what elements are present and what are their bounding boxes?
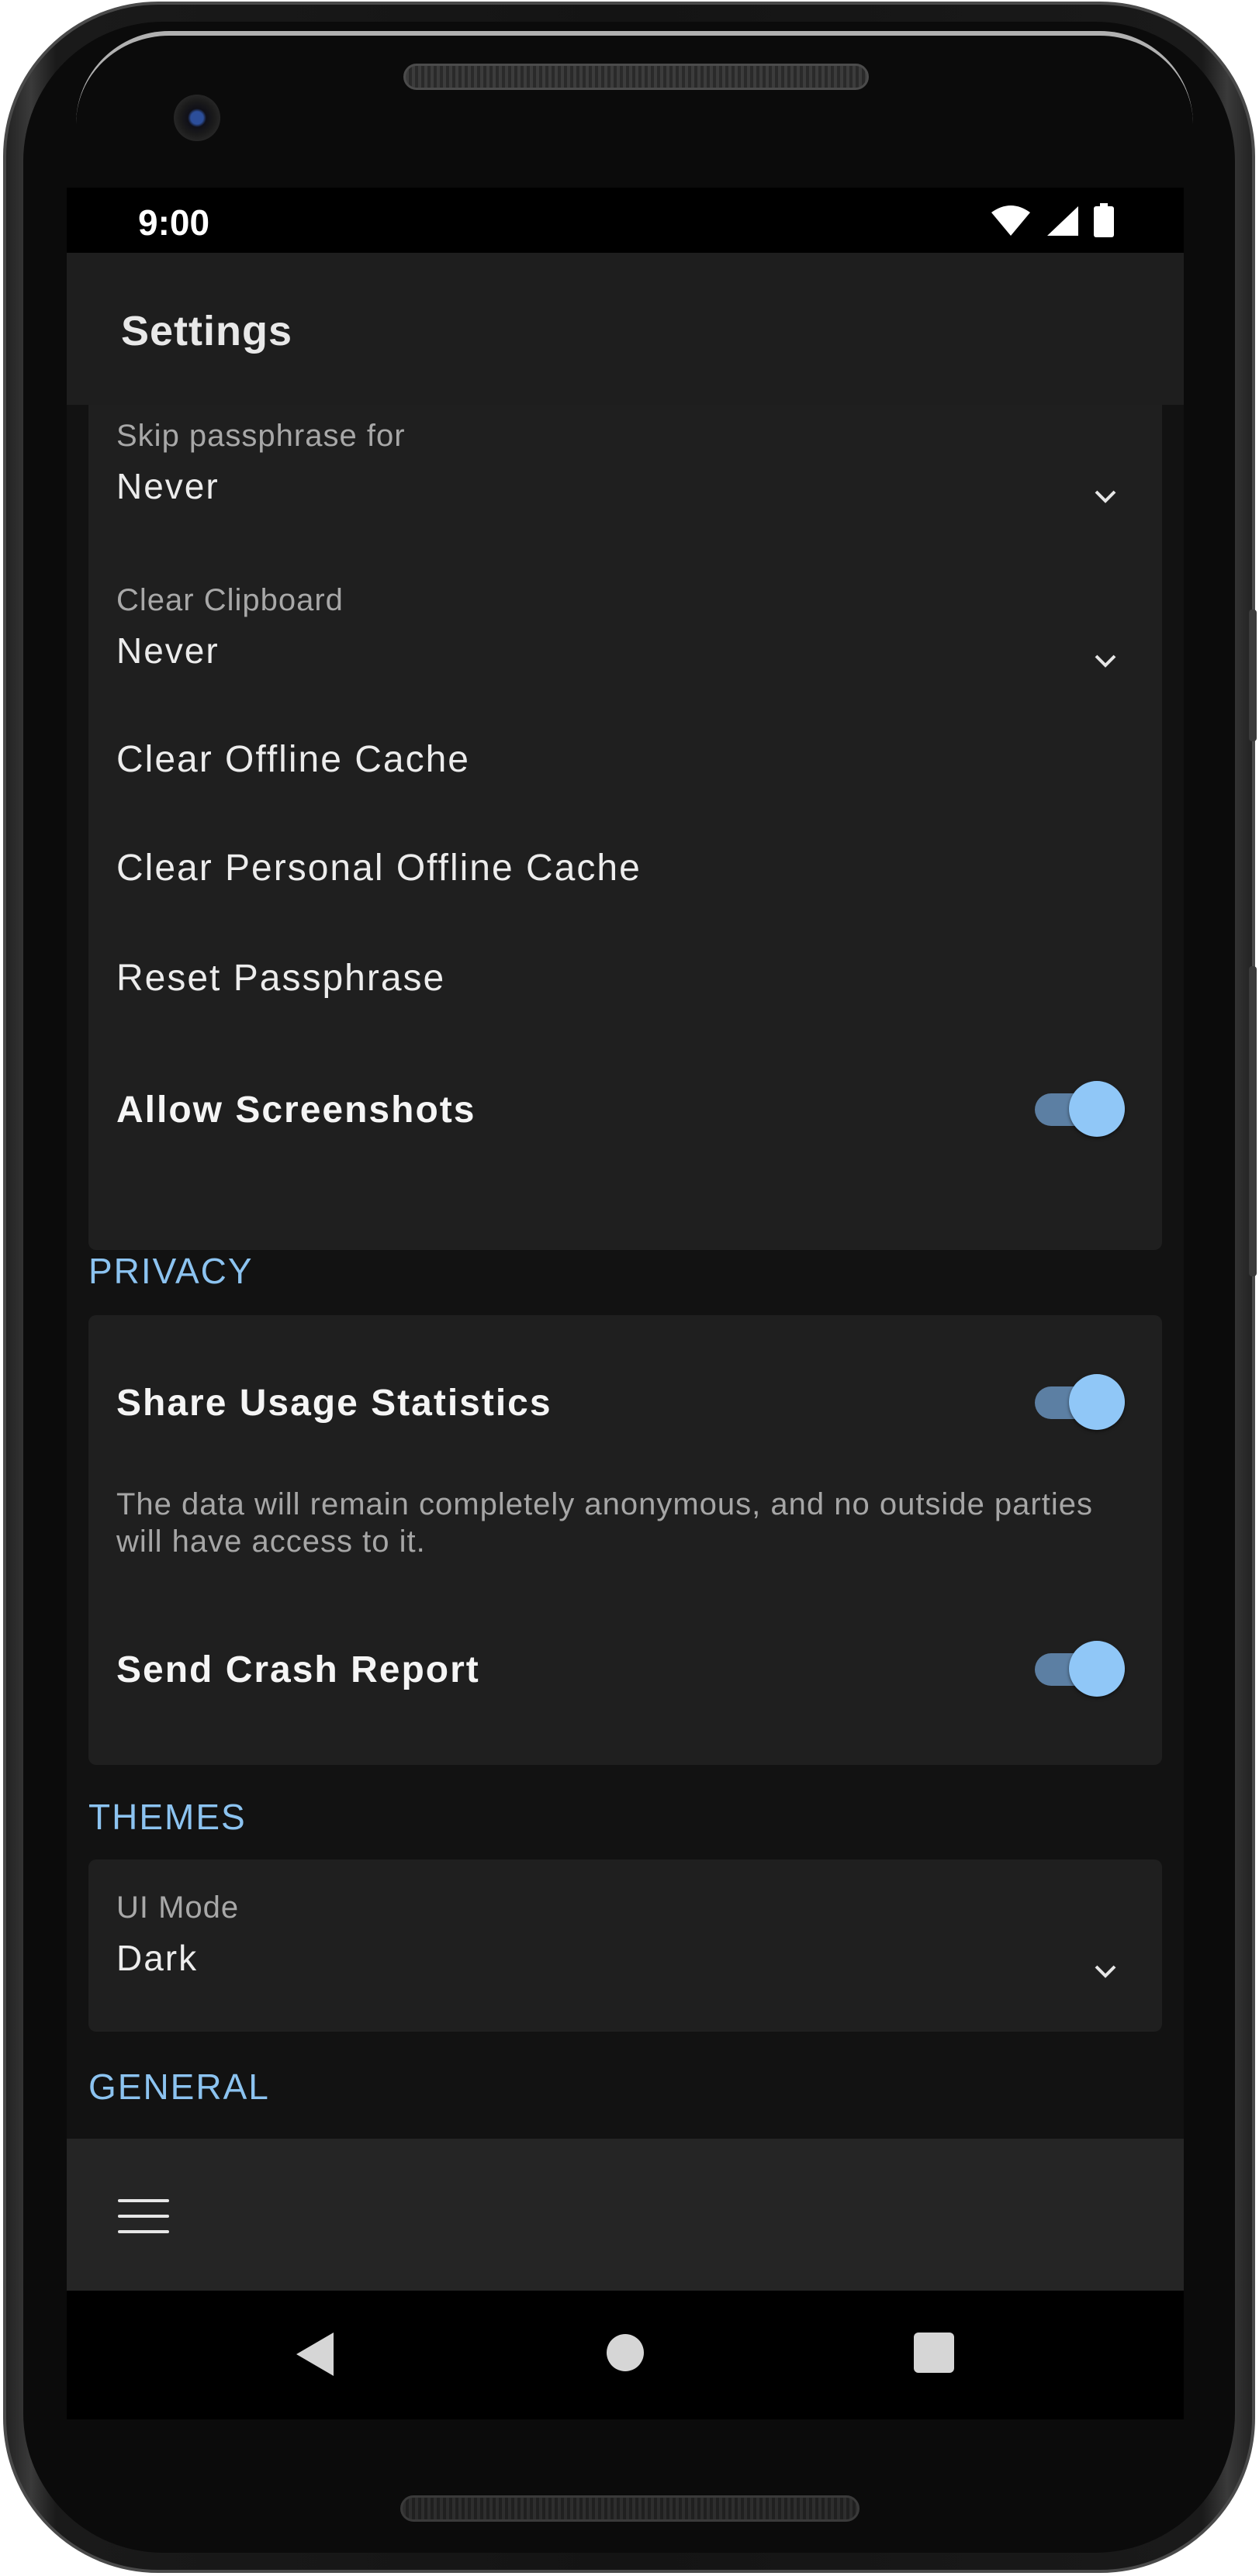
- status-bar: 9:00: [67, 188, 1184, 253]
- device-screen: 9:00 Settings Skip passphrase for Never: [67, 188, 1184, 2419]
- allow-screenshots-toggle[interactable]: [1035, 1081, 1125, 1137]
- chevron-down-icon: [1095, 654, 1116, 668]
- themes-card: UI Mode Dark: [88, 1859, 1162, 2032]
- chevron-down-icon: [1095, 1965, 1116, 1978]
- system-nav-bar: [67, 2291, 1184, 2419]
- allow-screenshots-label: Allow Screenshots: [116, 1089, 476, 1131]
- status-icons: [990, 203, 1114, 241]
- status-time: 9:00: [138, 202, 210, 243]
- volume-button: [1249, 609, 1257, 741]
- bottom-speaker: [400, 2495, 860, 2522]
- clear-offline-cache-button[interactable]: Clear Offline Cache: [116, 738, 470, 781]
- privacy-card: Share Usage Statistics The data will rem…: [88, 1315, 1162, 1765]
- settings-list[interactable]: Skip passphrase for Never Clear Clipboar…: [67, 405, 1184, 2139]
- app-bar: Settings: [67, 253, 1184, 405]
- ui-mode-label: UI Mode: [116, 1891, 240, 1925]
- share-usage-toggle[interactable]: [1035, 1374, 1125, 1430]
- share-usage-description: The data will remain completely anonymou…: [116, 1487, 1093, 1559]
- battery-icon: [1094, 203, 1114, 241]
- skip-passphrase-value: Never: [116, 466, 220, 506]
- security-card: Skip passphrase for Never Clear Clipboar…: [88, 405, 1162, 1250]
- front-camera: [174, 95, 220, 141]
- recents-icon[interactable]: [912, 2331, 956, 2374]
- clear-clipboard-value: Never: [116, 630, 220, 671]
- ui-mode-value: Dark: [116, 1938, 199, 1978]
- toggle-thumb: [1069, 1641, 1125, 1697]
- page-title: Settings: [121, 308, 293, 354]
- signal-icon: [1046, 205, 1080, 240]
- send-crash-report-toggle[interactable]: [1035, 1641, 1125, 1697]
- clear-personal-offline-cache-button[interactable]: Clear Personal Offline Cache: [116, 847, 642, 889]
- toggle-thumb: [1069, 1081, 1125, 1137]
- bottom-app-bar: [67, 2139, 1184, 2291]
- reset-passphrase-button[interactable]: Reset Passphrase: [116, 957, 445, 1000]
- back-icon[interactable]: [293, 2331, 337, 2377]
- section-header-privacy: PRIVACY: [88, 1251, 254, 1291]
- send-crash-report-label: Send Crash Report: [116, 1649, 480, 1690]
- toggle-thumb: [1069, 1374, 1125, 1430]
- menu-icon[interactable]: [118, 2199, 169, 2233]
- skip-passphrase-label: Skip passphrase for: [116, 419, 406, 453]
- section-header-themes: THEMES: [88, 1797, 247, 1837]
- home-icon[interactable]: [604, 2331, 647, 2374]
- section-header-general: GENERAL: [88, 2067, 270, 2107]
- power-button: [1249, 966, 1257, 1276]
- share-usage-label: Share Usage Statistics: [116, 1383, 552, 1424]
- chevron-down-icon: [1095, 490, 1116, 503]
- wifi-icon: [990, 205, 1032, 240]
- clear-clipboard-label: Clear Clipboard: [116, 583, 344, 617]
- earpiece-speaker: [403, 64, 869, 90]
